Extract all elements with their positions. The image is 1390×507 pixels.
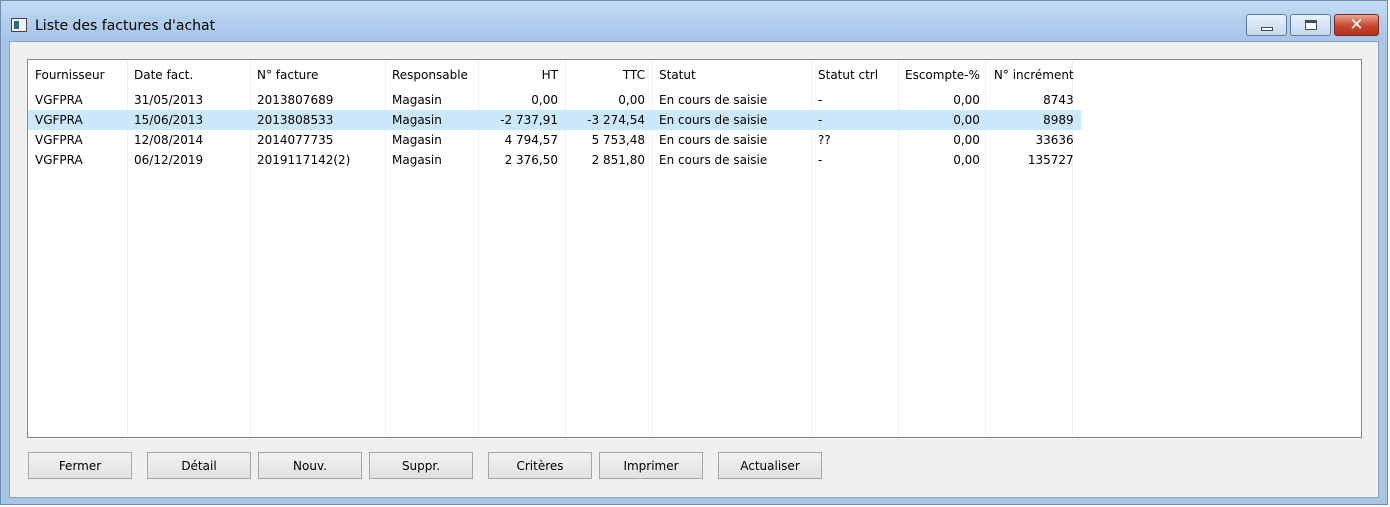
cell-ttc: -3 274,54 — [565, 110, 652, 130]
cell-responsable: Magasin — [392, 133, 442, 147]
cell-date: 15/06/2013 — [127, 110, 250, 130]
cell-fournisseur: VGFPRA — [35, 93, 83, 107]
cell-numero-facture: 2013808533 — [250, 110, 385, 130]
cell-fournisseur: VGFPRA — [28, 110, 127, 130]
cell-statut-ctrl: ?? — [818, 133, 831, 147]
cell-increment: 8989 — [986, 110, 1081, 130]
column-header-date[interactable]: Date fact. — [127, 60, 250, 90]
table-row[interactable]: VGFPRA 15/06/2013 2013808533 Magasin -2 737,… — [28, 110, 1081, 130]
cell-responsable: Magasin — [392, 153, 442, 167]
table-row[interactable]: VGFPRA 31/05/2013 2013807689 Magasin 0,00 0,0… — [28, 90, 1081, 110]
cell-fournisseur: VGFPRA — [35, 133, 83, 147]
minimize-icon — [1260, 27, 1273, 31]
actualiser-button[interactable]: Actualiser — [718, 452, 822, 479]
title-bar[interactable]: Liste des factures d'achat ✕ — [1, 1, 1387, 41]
table-row[interactable]: VGFPRA 06/12/2019 2019117142(2) Magasin 2 37… — [28, 150, 1081, 170]
cell-statut-ctrl: - — [818, 153, 823, 167]
cell-responsable: Magasin — [385, 110, 478, 130]
cell-statut: En cours de saisie — [659, 153, 768, 167]
cell-increment: 135727 — [1027, 153, 1074, 167]
column-header-statut[interactable]: Statut — [652, 60, 811, 90]
column-header-statut-ctrl[interactable]: Statut ctrl — [811, 60, 898, 90]
cell-statut-ctrl: - — [811, 110, 898, 130]
fermer-button[interactable]: Fermer — [28, 452, 132, 479]
cell-statut-ctrl: - — [818, 93, 823, 107]
maximize-icon — [1304, 20, 1317, 30]
maximize-button[interactable] — [1290, 14, 1331, 36]
column-header-fournisseur[interactable]: Fournisseur — [28, 60, 127, 90]
close-icon: ✕ — [1349, 14, 1364, 35]
imprimer-button[interactable]: Imprimer — [599, 452, 703, 479]
client-area: Fournisseur Date fact. N° facture Respon… — [9, 41, 1379, 498]
cell-escompte: 0,00 — [953, 153, 980, 167]
minimize-button[interactable] — [1246, 14, 1287, 36]
cell-increment: 33636 — [1035, 133, 1074, 147]
app-window: Liste des factures d'achat ✕ Fournisseur… — [0, 0, 1388, 505]
table-row[interactable]: VGFPRA 12/08/2014 2014077735 Magasin 4 794,5… — [28, 130, 1081, 150]
column-header-escompte[interactable]: Escompte-% — [898, 60, 987, 90]
cell-ttc: 2 851,80 — [591, 153, 645, 167]
window-title: Liste des factures d'achat — [35, 18, 216, 34]
column-header-ttc[interactable]: TTC — [565, 60, 652, 90]
cell-escompte: 0,00 — [953, 133, 980, 147]
cell-statut: En cours de saisie — [652, 110, 811, 130]
supprimer-button[interactable]: Suppr. — [369, 452, 473, 479]
criteres-button[interactable]: Critères — [488, 452, 592, 479]
column-header-ht[interactable]: HT — [478, 60, 565, 90]
column-header-increment[interactable]: N° incrément — [987, 60, 1081, 90]
detail-button[interactable]: Détail — [147, 452, 251, 479]
invoice-list[interactable]: Fournisseur Date fact. N° facture Respon… — [27, 59, 1362, 438]
cell-fournisseur: VGFPRA — [35, 153, 83, 167]
column-header-responsable[interactable]: Responsable — [385, 60, 478, 90]
cell-date: 31/05/2013 — [134, 93, 204, 107]
cell-ttc: 5 753,48 — [591, 133, 645, 147]
cell-date: 12/08/2014 — [134, 133, 204, 147]
cell-statut: En cours de saisie — [659, 93, 768, 107]
cell-ht: 0,00 — [531, 93, 558, 107]
cell-responsable: Magasin — [392, 93, 442, 107]
cell-escompte: 0,00 — [953, 93, 980, 107]
cell-date: 06/12/2019 — [134, 153, 204, 167]
column-header-numero-facture[interactable]: N° facture — [250, 60, 385, 90]
close-button[interactable]: ✕ — [1334, 14, 1379, 36]
cell-numero-facture: 2013807689 — [257, 93, 334, 107]
nouveau-button[interactable]: Nouv. — [258, 452, 362, 479]
cell-escompte: 0,00 — [898, 110, 987, 130]
header-row: Fournisseur Date fact. N° facture Respon… — [28, 60, 1081, 90]
invoice-table: Fournisseur Date fact. N° facture Respon… — [28, 60, 1081, 170]
cell-numero-facture: 2014077735 — [257, 133, 334, 147]
cell-statut: En cours de saisie — [659, 133, 768, 147]
cell-numero-facture: 2019117142(2) — [257, 153, 351, 167]
cell-ht: -2 737,91 — [478, 110, 565, 130]
cell-increment: 8743 — [1043, 93, 1074, 107]
cell-ht: 2 376,50 — [504, 153, 558, 167]
caption-buttons: ✕ — [1243, 14, 1379, 38]
cell-ttc: 0,00 — [618, 93, 645, 107]
cell-ht: 4 794,57 — [504, 133, 558, 147]
app-window-icon[interactable] — [11, 18, 27, 32]
